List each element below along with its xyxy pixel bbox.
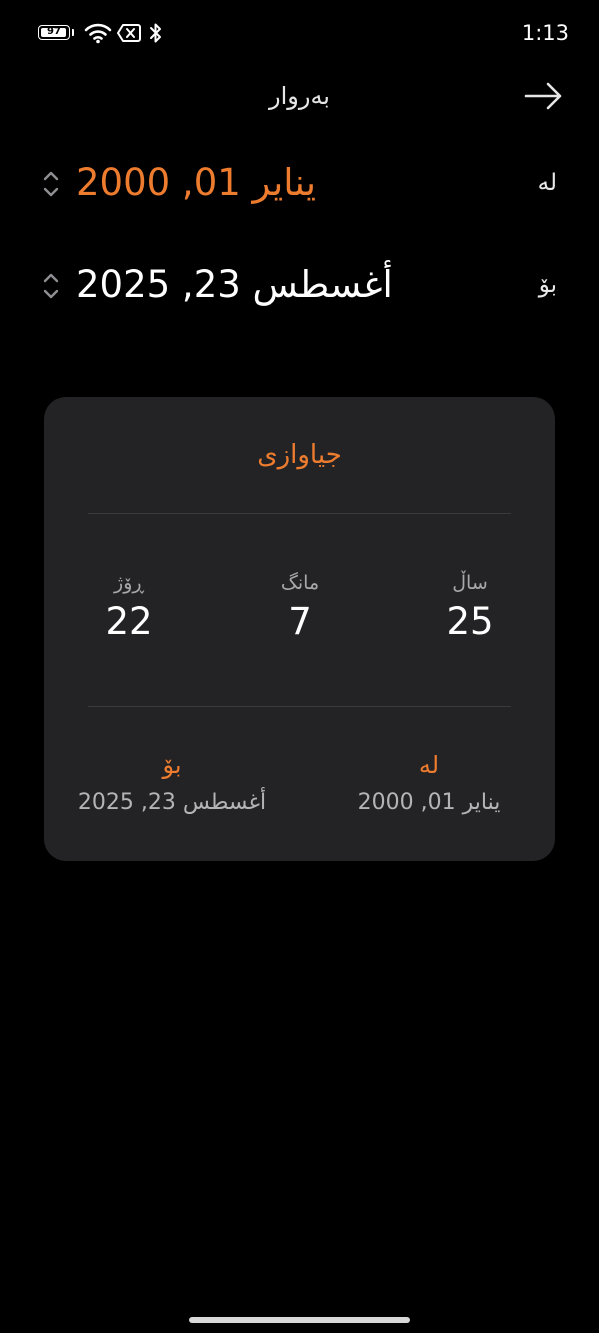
summary-from-value: ينایر 01, 2000 bbox=[357, 790, 501, 815]
to-label: بۆ bbox=[538, 272, 557, 298]
back-button[interactable] bbox=[520, 76, 566, 116]
summary-to-label: بۆ bbox=[162, 751, 182, 779]
months-label: مانگ bbox=[280, 572, 320, 594]
summary-to: بۆ أغسطس 23, 2025 bbox=[52, 749, 292, 818]
summary-to-value: أغسطس 23, 2025 bbox=[77, 790, 267, 815]
years-label: ساڵ bbox=[452, 572, 488, 594]
difference-title: جیاوازی bbox=[257, 440, 342, 470]
status-bar: 97 1:13 bbox=[0, 0, 599, 68]
no-sim-icon bbox=[117, 24, 141, 42]
divider bbox=[88, 513, 511, 514]
years-stat: ساڵ 25 bbox=[405, 569, 535, 645]
battery-tip bbox=[72, 29, 74, 36]
chevron-up-down-icon[interactable] bbox=[40, 167, 62, 201]
days-value: 22 bbox=[105, 600, 153, 643]
arrow-right-icon bbox=[524, 82, 562, 110]
to-date-value[interactable]: أغسطس 23, 2025 bbox=[76, 262, 393, 308]
months-value: 7 bbox=[288, 600, 312, 643]
summary-from: لە ينایر 01, 2000 bbox=[309, 749, 549, 818]
battery-icon: 97 bbox=[38, 25, 70, 40]
from-date-row[interactable]: لە ينایر 01, 2000 bbox=[0, 154, 599, 214]
battery-level: 97 bbox=[47, 26, 61, 37]
divider bbox=[88, 706, 511, 707]
years-value: 25 bbox=[446, 600, 494, 643]
to-date-row[interactable]: بۆ أغسطس 23, 2025 bbox=[0, 256, 599, 316]
wifi-icon bbox=[84, 23, 112, 44]
chevron-up-down-icon[interactable] bbox=[40, 269, 62, 303]
summary-from-label: لە bbox=[418, 751, 440, 779]
bluetooth-icon bbox=[150, 23, 161, 43]
days-stat: ڕۆژ 22 bbox=[64, 569, 194, 645]
status-time: 1:13 bbox=[521, 21, 569, 45]
home-indicator[interactable] bbox=[189, 1317, 410, 1323]
difference-card: جیاوازی ساڵ 25 مانگ 7 ڕۆژ 22 لە ينایر 01… bbox=[44, 397, 555, 861]
days-label: ڕۆژ bbox=[114, 572, 144, 594]
page-title: بەروار bbox=[269, 82, 330, 110]
months-stat: مانگ 7 bbox=[235, 569, 365, 645]
from-label: لە bbox=[537, 170, 557, 196]
from-date-value[interactable]: ينایر 01, 2000 bbox=[76, 160, 316, 206]
